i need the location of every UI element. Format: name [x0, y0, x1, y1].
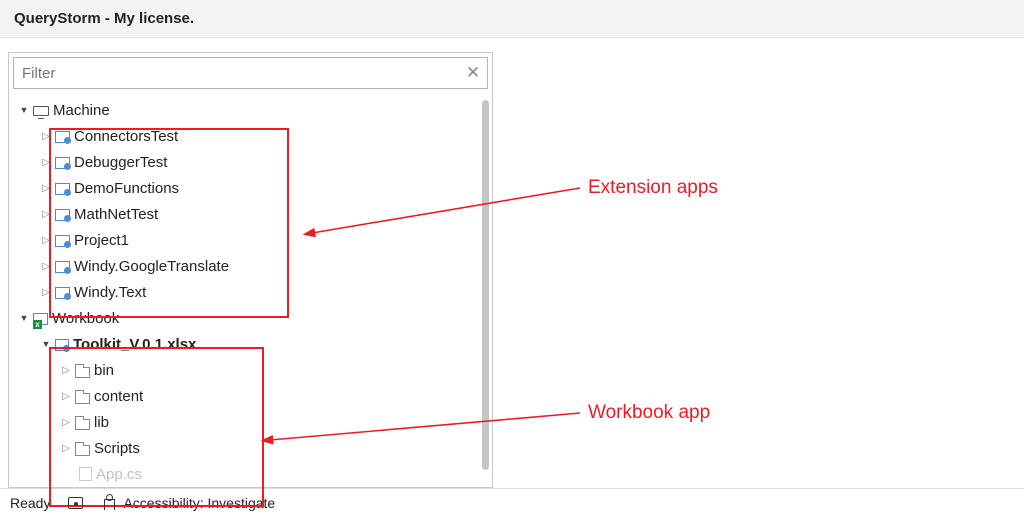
project-icon: [55, 209, 70, 221]
expand-icon[interactable]: [59, 441, 73, 455]
tree-node-project[interactable]: DebuggerTest: [11, 149, 492, 175]
explorer-pane: ✕ Machine ConnectorsTest DebuggerTest De…: [8, 52, 493, 488]
project-icon: [55, 261, 70, 273]
tree-view[interactable]: Machine ConnectorsTest DebuggerTest Demo…: [9, 93, 492, 487]
tree-node-folder[interactable]: bin: [11, 357, 492, 383]
folder-icon: [75, 367, 90, 378]
macro-record-icon[interactable]: [68, 497, 83, 509]
expand-icon[interactable]: [59, 363, 73, 377]
tree-node-project[interactable]: Windy.Text: [11, 279, 492, 305]
tree-node-folder[interactable]: Scripts: [11, 435, 492, 461]
expand-icon[interactable]: [59, 415, 73, 429]
node-label: ConnectorsTest: [74, 128, 178, 145]
node-label: App.cs: [96, 466, 142, 483]
csharp-file-icon: [79, 467, 92, 481]
node-label: DebuggerTest: [74, 154, 167, 171]
folder-icon: [75, 445, 90, 456]
status-accessibility[interactable]: Accessibility: Investigate: [101, 495, 275, 511]
tree-node-folder[interactable]: content: [11, 383, 492, 409]
expand-icon[interactable]: [39, 259, 53, 273]
tree-node-project[interactable]: DemoFunctions: [11, 175, 492, 201]
project-icon: [55, 183, 70, 195]
workbook-file-icon: [55, 339, 69, 351]
node-label: Scripts: [94, 440, 140, 457]
node-label: Toolkit_V.0.1.xlsx: [73, 336, 196, 353]
expand-icon[interactable]: [39, 181, 53, 195]
filter-input[interactable]: [14, 65, 459, 82]
expand-icon[interactable]: [39, 129, 53, 143]
folder-icon: [75, 393, 90, 404]
tree-node-project[interactable]: Project1: [11, 227, 492, 253]
node-label: bin: [94, 362, 114, 379]
expand-icon[interactable]: [39, 337, 53, 351]
title-text: QueryStorm - My license.: [14, 10, 194, 27]
expand-icon[interactable]: [17, 311, 31, 325]
tree-node-file[interactable]: App.cs: [11, 461, 492, 487]
tree-node-project[interactable]: MathNetTest: [11, 201, 492, 227]
node-label: Windy.Text: [74, 284, 146, 301]
annotation-label-ext: Extension apps: [588, 177, 718, 198]
tree-node-project[interactable]: Windy.GoogleTranslate: [11, 253, 492, 279]
clear-filter-icon[interactable]: ✕: [459, 63, 487, 83]
node-label: lib: [94, 414, 109, 431]
expand-icon[interactable]: [59, 389, 73, 403]
node-label: DemoFunctions: [74, 180, 179, 197]
annotation-label-wb: Workbook app: [588, 402, 710, 423]
status-bar: Ready Accessibility: Investigate: [0, 488, 1024, 517]
project-icon: [55, 287, 70, 299]
folder-icon: [75, 419, 90, 430]
node-label: MathNetTest: [74, 206, 158, 223]
tree-node-folder[interactable]: lib: [11, 409, 492, 435]
expand-icon[interactable]: [17, 103, 31, 117]
node-label: content: [94, 388, 143, 405]
node-label: Workbook: [52, 310, 119, 327]
node-label: Machine: [53, 102, 110, 119]
workbook-icon: [33, 313, 48, 325]
expand-icon[interactable]: [39, 285, 53, 299]
tree-node-project[interactable]: ConnectorsTest: [11, 123, 492, 149]
filter-box[interactable]: ✕: [13, 57, 488, 89]
accessibility-label: Accessibility: Investigate: [123, 495, 275, 511]
project-icon: [55, 157, 70, 169]
tree-node-workbook-root[interactable]: Workbook: [11, 305, 492, 331]
tree-node-machine[interactable]: Machine: [11, 97, 492, 123]
project-icon: [55, 235, 70, 247]
node-label: Windy.GoogleTranslate: [74, 258, 229, 275]
window-title: QueryStorm - My license.: [0, 0, 1024, 38]
expand-icon[interactable]: [39, 155, 53, 169]
project-icon: [55, 131, 70, 143]
scrollbar-thumb[interactable]: [482, 100, 489, 470]
expand-icon[interactable]: [39, 207, 53, 221]
accessibility-icon: [101, 495, 119, 511]
tree-node-workbook-file[interactable]: Toolkit_V.0.1.xlsx: [11, 331, 492, 357]
node-label: Project1: [74, 232, 129, 249]
machine-icon: [33, 106, 49, 116]
status-ready: Ready: [10, 495, 50, 511]
expand-icon[interactable]: [39, 233, 53, 247]
